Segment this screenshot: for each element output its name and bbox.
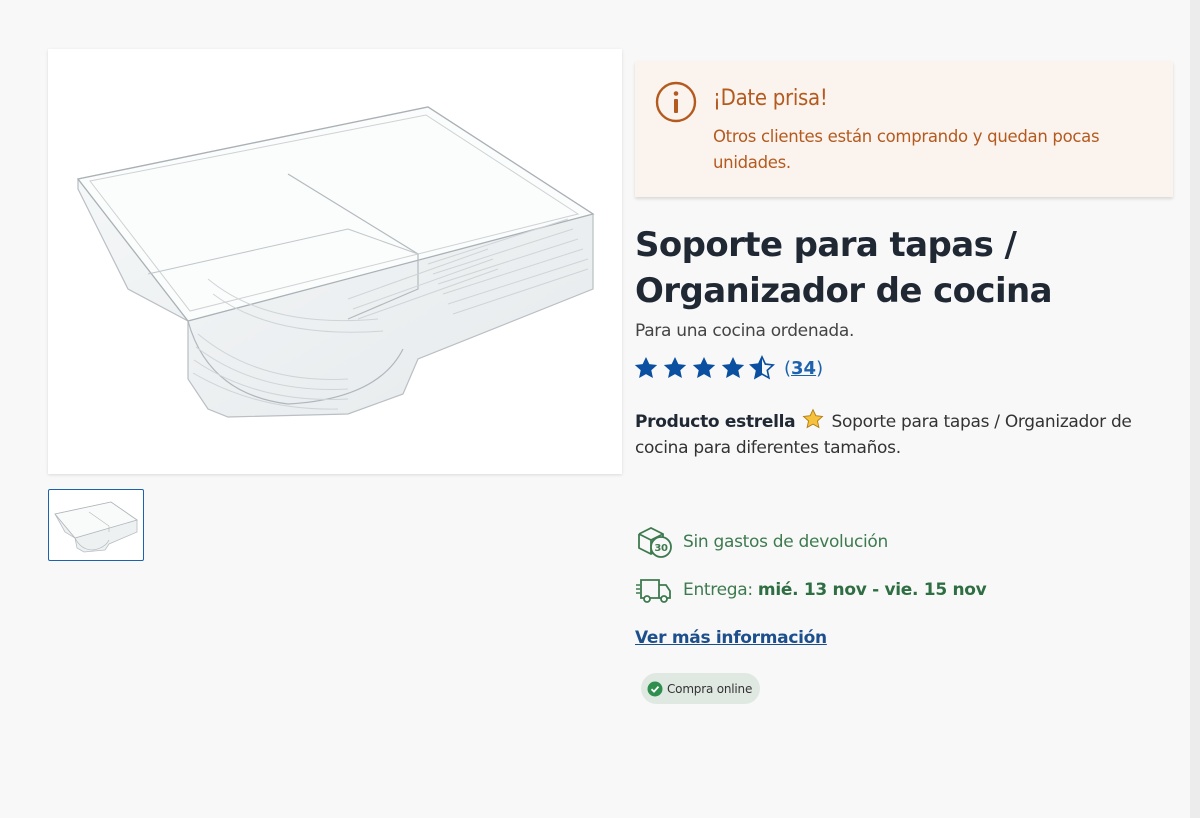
delivery-feature: Entrega: mié. 13 nov - vie. 15 nov [635,572,987,608]
product-description: Producto estrella Soporte para tapas / O… [635,408,1175,461]
rating[interactable]: (34) [633,353,823,383]
thumbnail-image[interactable] [48,489,144,561]
hurry-alert: ¡Date prisa! Otros clientes están compra… [635,61,1173,197]
product-title: Soporte para tapas / Organizador de coci… [635,225,1053,311]
review-count-link[interactable]: 34 [791,358,816,379]
check-circle-icon [647,681,663,696]
delivery-dates: mié. 13 nov - vie. 15 nov [757,580,987,600]
delivery-label: Entrega: [683,580,753,600]
star-half-icon [749,355,775,380]
organizer-illustration [76,106,595,418]
truck-icon [636,579,671,603]
returns-feature: 30 Sin gastos de devolución [635,524,888,560]
badge-label: Compra online [667,681,753,696]
more-info-link[interactable]: Ver más información [635,628,827,648]
description-label: Producto estrella [635,412,796,432]
alert-title: ¡Date prisa! [713,86,828,111]
star-full-icon [692,356,716,378]
star-full-icon [663,356,687,378]
online-purchase-badge: Compra online [641,673,761,704]
main-product-image[interactable] [48,49,622,474]
star-full-icon [721,356,745,378]
box-30-days-icon: 30 [638,526,672,558]
svg-text:30: 30 [654,543,668,554]
info-icon [655,81,697,123]
star-full-icon [634,356,658,378]
star-emoji-icon [802,408,824,429]
review-count[interactable]: (34) [784,358,823,379]
product-subtitle: Para una cocina ordenada. [635,321,855,341]
organizer-thumbnail-illustration [54,501,138,553]
alert-message: Otros clientes están comprando y quedan … [713,127,1100,172]
returns-label: Sin gastos de devolución [683,532,888,552]
page-edge [1190,0,1200,818]
